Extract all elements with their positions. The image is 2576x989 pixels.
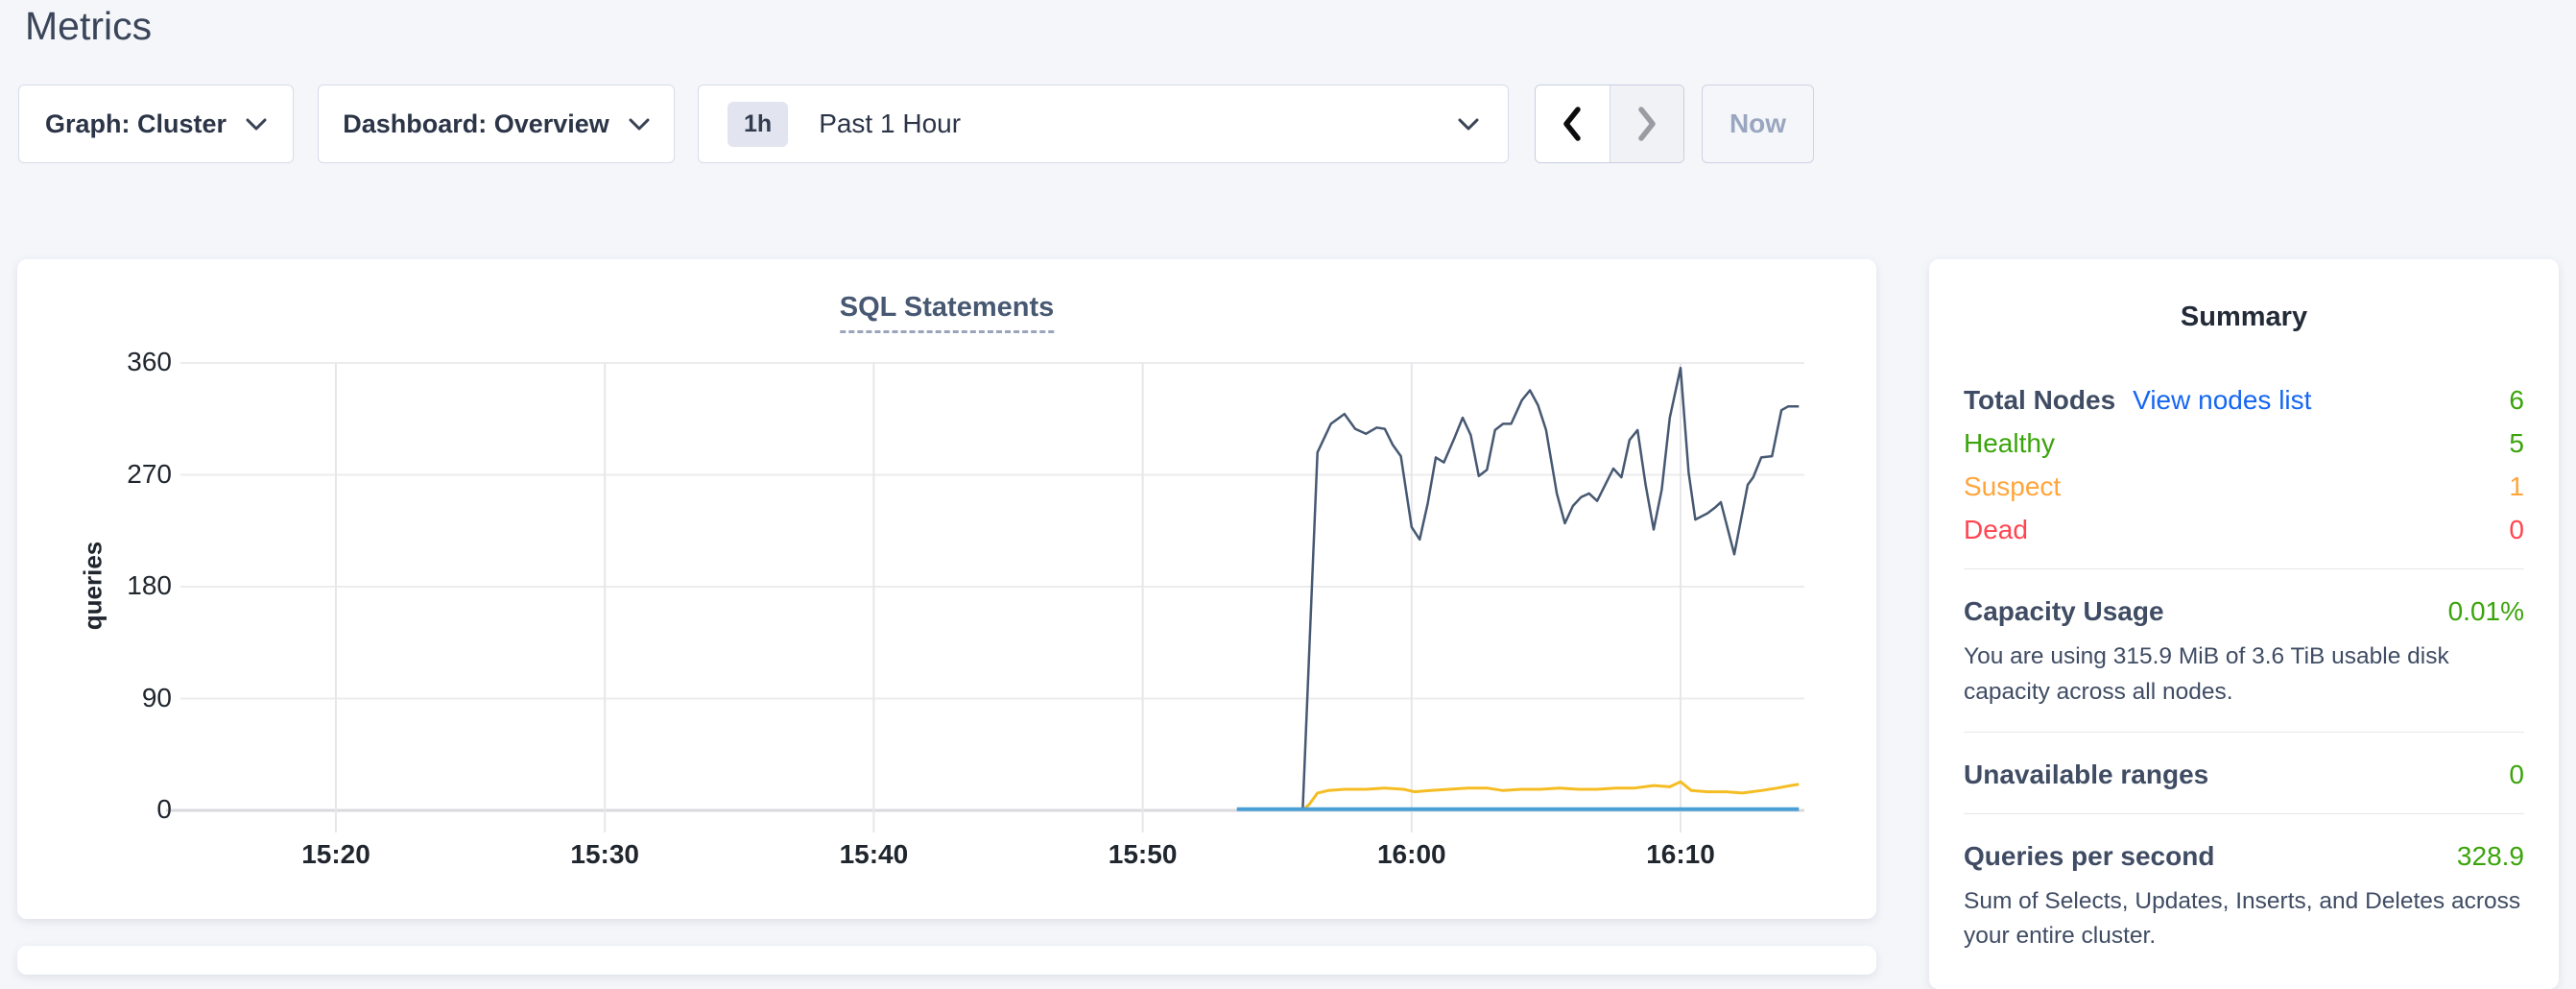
- dead-nodes-row: Dead 0: [1964, 515, 2524, 547]
- healthy-value: 5: [2509, 428, 2524, 459]
- dashboard-dropdown-label: Dashboard: Overview: [343, 109, 609, 139]
- graph-dropdown[interactable]: Graph: Cluster: [18, 84, 294, 163]
- x-tick-label: 16:00: [1335, 839, 1489, 870]
- chevron-down-icon: [246, 118, 267, 131]
- prev-timewindow-button[interactable]: [1536, 85, 1610, 162]
- x-tick-label: 15:40: [797, 839, 950, 870]
- y-tick-label: 180: [17, 570, 172, 601]
- dead-value: 0: [2509, 515, 2524, 545]
- x-tick-label: 15:50: [1066, 839, 1220, 870]
- graph-dropdown-label: Graph: Cluster: [45, 109, 227, 139]
- capacity-usage-label: Capacity Usage: [1964, 596, 2164, 627]
- chevron-down-icon: [629, 118, 650, 131]
- queries-per-second-label: Queries per second: [1964, 841, 2214, 872]
- time-range-label: Past 1 Hour: [819, 109, 1439, 139]
- x-tick-label: 15:20: [259, 839, 413, 870]
- total-nodes-row: Total Nodes View nodes list 6: [1964, 385, 2524, 418]
- capacity-usage-row: Capacity Usage 0.01%: [1964, 596, 2524, 629]
- unavailable-ranges-label: Unavailable ranges: [1964, 760, 2208, 790]
- chart-line-series-1: [1302, 368, 1799, 810]
- y-tick-label: 360: [17, 347, 172, 377]
- summary-panel: Summary Total Nodes View nodes list 6 He…: [1929, 259, 2559, 989]
- time-pager: [1535, 84, 1684, 163]
- unavailable-ranges-row: Unavailable ranges 0: [1964, 760, 2524, 792]
- y-tick-label: 90: [17, 683, 172, 713]
- chart-title[interactable]: SQL Statements: [840, 292, 1054, 333]
- y-tick-label: 0: [17, 794, 172, 825]
- divider: [1964, 732, 2524, 733]
- suspect-label: Suspect: [1964, 471, 2061, 502]
- view-nodes-list-link[interactable]: View nodes list: [2133, 385, 2311, 416]
- sql-statements-chart-card: SQL Statements queries 36027018090015:20…: [17, 259, 1876, 919]
- time-range-selector[interactable]: 1h Past 1 Hour: [698, 84, 1509, 163]
- next-timewindow-button[interactable]: [1610, 85, 1684, 162]
- page-title: Metrics: [25, 4, 152, 49]
- x-tick-label: 16:10: [1604, 839, 1757, 870]
- x-tick-label: 15:30: [528, 839, 681, 870]
- divider: [1964, 568, 2524, 569]
- dead-label: Dead: [1964, 515, 2028, 545]
- healthy-label: Healthy: [1964, 428, 2055, 459]
- chevron-right-icon: [1637, 107, 1657, 141]
- queries-per-second-row: Queries per second 328.9: [1964, 841, 2524, 874]
- total-nodes-value: 6: [2509, 385, 2524, 416]
- capacity-usage-value: 0.01%: [2448, 596, 2524, 627]
- chevron-left-icon: [1562, 107, 1582, 141]
- summary-title: Summary: [1964, 302, 2524, 333]
- sql-statements-plot[interactable]: [17, 259, 1876, 919]
- unavailable-ranges-value: 0: [2509, 760, 2524, 790]
- chart-line-series-2: [1302, 782, 1799, 810]
- time-range-badge: 1h: [727, 102, 788, 147]
- total-nodes-label: Total Nodes: [1964, 385, 2115, 416]
- suspect-nodes-row: Suspect 1: [1964, 471, 2524, 504]
- queries-per-second-value: 328.9: [2457, 841, 2524, 872]
- divider: [1964, 813, 2524, 814]
- y-tick-label: 270: [17, 459, 172, 490]
- dashboard-dropdown[interactable]: Dashboard: Overview: [318, 84, 675, 163]
- suspect-value: 1: [2509, 471, 2524, 502]
- capacity-usage-description: You are using 315.9 MiB of 3.6 TiB usabl…: [1964, 639, 2524, 711]
- now-button[interactable]: Now: [1702, 84, 1814, 163]
- chevron-down-icon: [1458, 118, 1479, 131]
- queries-per-second-description: Sum of Selects, Updates, Inserts, and De…: [1964, 884, 2524, 955]
- healthy-nodes-row: Healthy 5: [1964, 428, 2524, 461]
